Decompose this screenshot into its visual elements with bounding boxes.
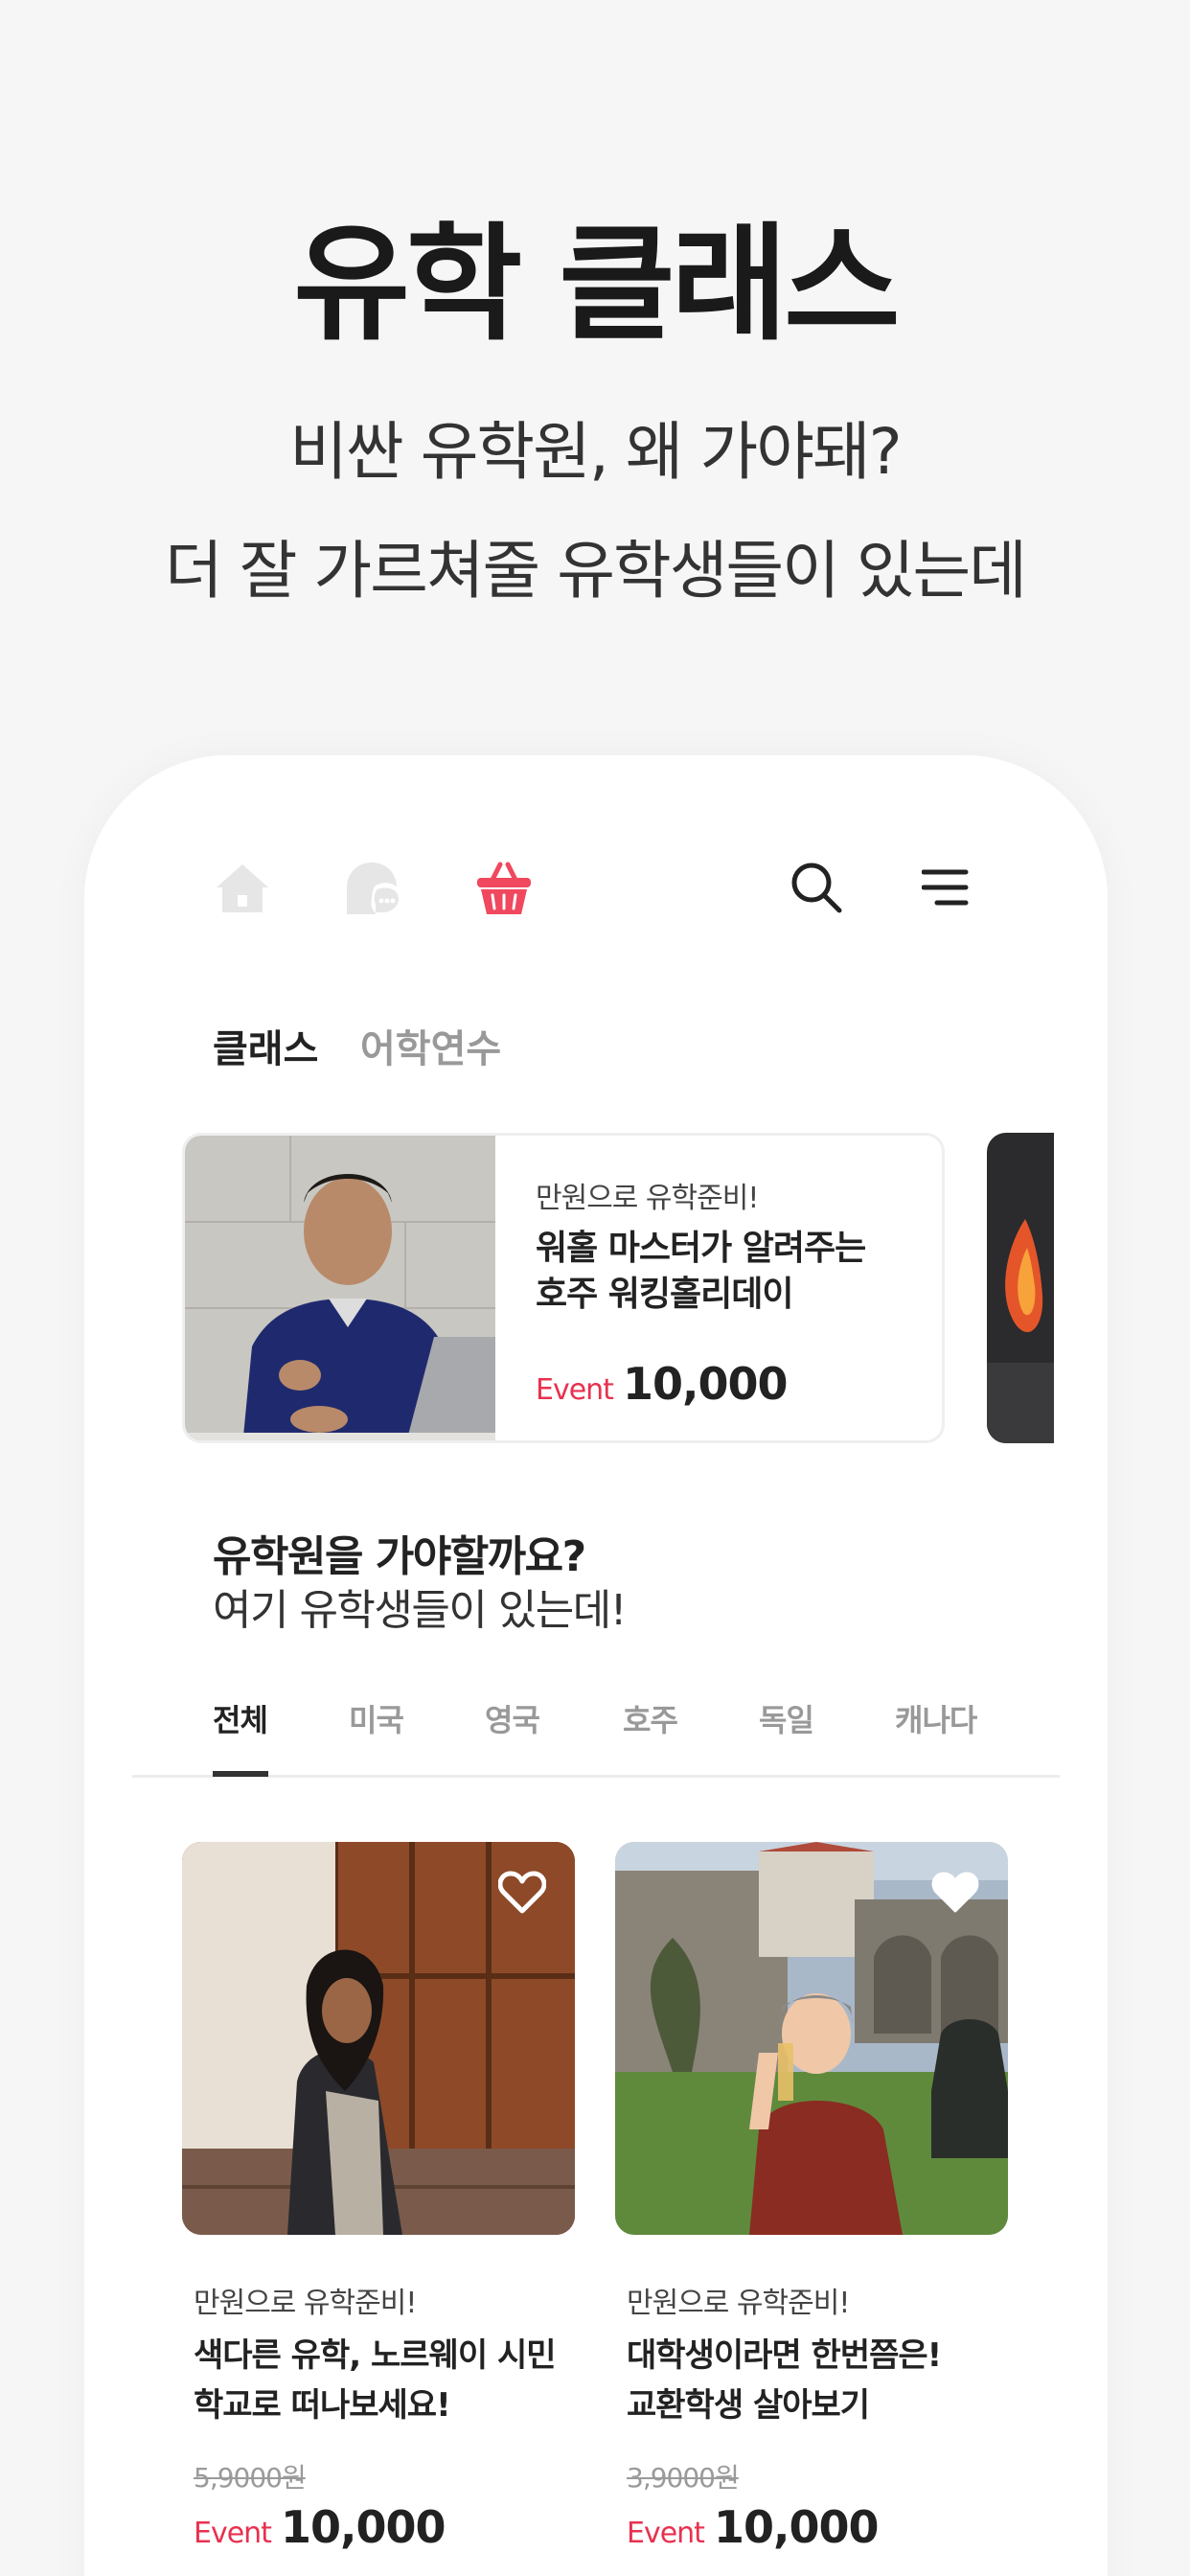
tab-canada[interactable]: 캐나다	[895, 1696, 977, 1740]
class-eyebrow: 만원으로 유학준비!	[194, 2287, 417, 2320]
class-title: 색다른 유학, 노르웨이 시민 학교로 떠나보세요!	[194, 2331, 575, 2430]
class-title: 대학생이라면 한번쯤은! 교환학생 살아보기	[627, 2331, 1008, 2430]
event-label: Event	[194, 2517, 272, 2550]
tab-language-course[interactable]: 어학연수	[360, 1018, 501, 1073]
search-icon[interactable]	[790, 861, 843, 918]
class-title-line2: 학교로 떠나보세요!	[194, 2386, 451, 2425]
class-info: 만원으로 유학준비! 색다른 유학, 노르웨이 시민 학교로 떠나보세요! 5,…	[182, 2279, 575, 2553]
class-info: 만원으로 유학준비! 대학생이라면 한번쯤은! 교환학생 살아보기 3,9000…	[615, 2279, 1008, 2553]
menu-icon[interactable]	[921, 868, 970, 910]
featured-class-card[interactable]: 만원으로 유학준비! 워홀 마스터가 알려주는 호주 워킹홀리데이 Event …	[182, 1133, 945, 1443]
section-title: 유학원을 가야할까요?	[213, 1532, 586, 1581]
hero-subtitle-line1: 비싼 유학원, 왜 가야돼?	[289, 415, 902, 489]
class-card[interactable]: 만원으로 유학준비! 대학생이라면 한번쯤은! 교환학생 살아보기 3,9000…	[615, 1842, 1008, 2553]
tab-germany[interactable]: 독일	[759, 1696, 814, 1740]
class-title-line1: 색다른 유학, 노르웨이 시민	[194, 2336, 557, 2375]
featured-class-info: 만원으로 유학준비! 워홀 마스터가 알려주는 호주 워킹홀리데이 Event …	[536, 1174, 919, 1410]
event-label: Event	[627, 2517, 705, 2550]
class-title-line2: 교환학생 살아보기	[627, 2386, 870, 2425]
section-subtitle: 여기 유학생들이 있는데!	[213, 1586, 627, 1635]
class-photo	[615, 1842, 1008, 2235]
basket-icon[interactable]	[475, 859, 533, 922]
featured-eyebrow: 만원으로 유학준비!	[536, 1182, 759, 1215]
active-tab-indicator	[213, 1771, 268, 1777]
featured-title: 워홀 마스터가 알려주는 호주 워킹홀리데이	[536, 1226, 919, 1318]
hero-title: 유학 클래스	[293, 211, 900, 358]
class-photo	[182, 1842, 575, 2235]
featured-title-line2: 호주 워킹홀리데이	[536, 1275, 794, 1314]
featured-price-row: Event 10,000	[536, 1358, 919, 1410]
class-price-row: Event 10,000	[194, 2501, 575, 2553]
tab-divider	[132, 1775, 1060, 1778]
tab-class[interactable]: 클래스	[213, 1018, 318, 1073]
featured-class-photo	[185, 1136, 495, 1440]
class-price: 10,000	[280, 2501, 446, 2553]
next-featured-card[interactable]	[987, 1133, 1054, 1443]
heart-icon[interactable]	[931, 1871, 979, 1919]
featured-price: 10,000	[622, 1358, 789, 1410]
home-icon[interactable]	[213, 859, 272, 922]
event-label: Event	[536, 1373, 614, 1407]
original-price: 5,9000원	[194, 2462, 307, 2494]
hero-subtitle-line2: 더 잘 가르쳐줄 유학생들이 있는데	[165, 534, 1027, 608]
tab-usa[interactable]: 미국	[349, 1696, 404, 1740]
class-price: 10,000	[713, 2501, 880, 2553]
tab-australia[interactable]: 호주	[623, 1696, 678, 1740]
hero-subtitle: 비싼 유학원, 왜 가야돼? 더 잘 가르쳐줄 유학생들이 있는데	[0, 393, 1190, 631]
featured-title-line1: 워홀 마스터가 알려주는	[536, 1229, 866, 1268]
class-card[interactable]: 만원으로 유학준비! 색다른 유학, 노르웨이 시민 학교로 떠나보세요! 5,…	[182, 1842, 575, 2553]
tab-uk[interactable]: 영국	[485, 1696, 540, 1740]
class-price-row: Event 10,000	[627, 2501, 1008, 2553]
original-price: 3,9000원	[627, 2462, 740, 2494]
class-title-line1: 대학생이라면 한번쯤은!	[627, 2336, 942, 2375]
heart-icon[interactable]	[497, 1871, 547, 1919]
class-eyebrow: 만원으로 유학준비!	[627, 2287, 850, 2320]
tab-all[interactable]: 전체	[213, 1696, 268, 1740]
chat-icon[interactable]	[343, 859, 406, 922]
